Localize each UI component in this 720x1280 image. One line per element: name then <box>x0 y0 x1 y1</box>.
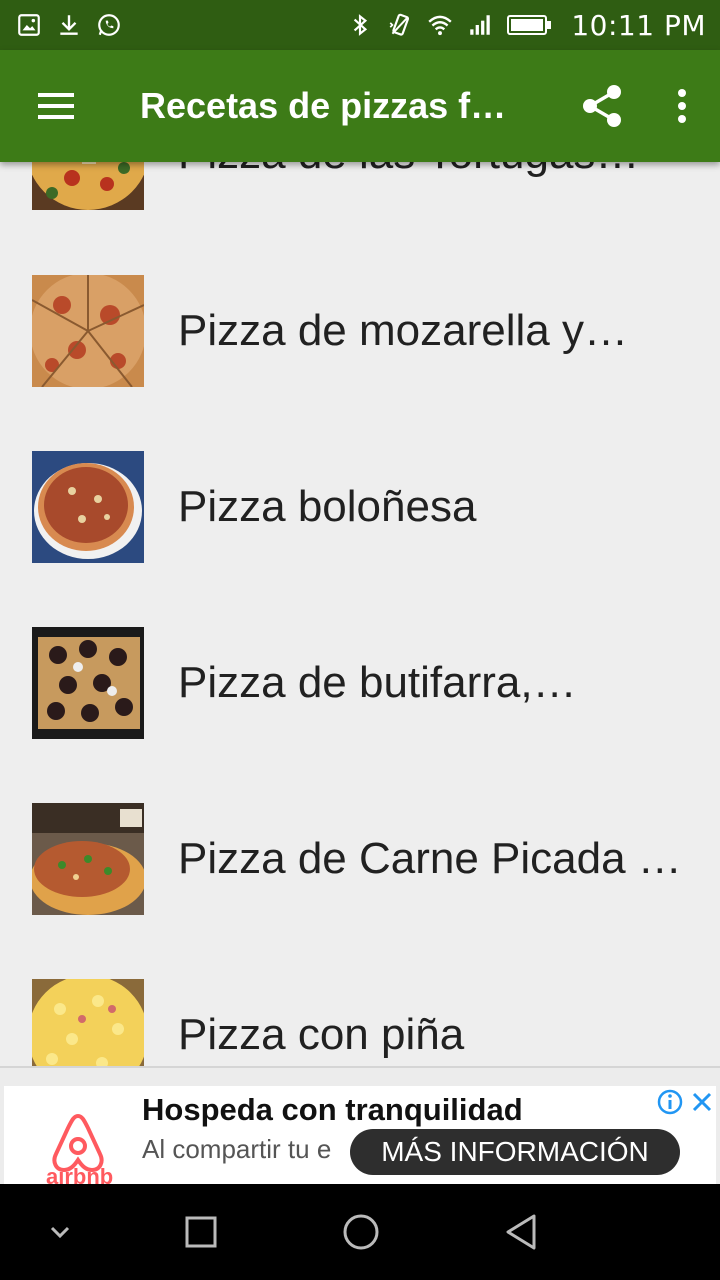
list-item-label: Pizza boloñesa <box>178 482 477 531</box>
gallery-icon <box>16 12 42 38</box>
ad-banner[interactable]: airbnb Hospeda con tranquilidad Al compa… <box>0 1068 720 1184</box>
list-item-label: Pizza de las Tortugas… <box>178 162 680 210</box>
list-item[interactable]: Pizza de butifarra,… <box>0 627 720 739</box>
navigation-bar <box>0 1184 720 1280</box>
list-item[interactable]: Pizza con piña <box>0 979 720 1068</box>
home-icon[interactable] <box>331 1202 391 1262</box>
ad-brand: airbnb <box>46 1164 114 1184</box>
collapse-icon[interactable] <box>30 1202 90 1262</box>
close-icon[interactable] <box>688 1088 716 1116</box>
list-item[interactable]: Pizza boloñesa <box>0 451 720 563</box>
more-vert-icon[interactable] <box>644 50 720 162</box>
whatsapp-icon <box>96 12 122 38</box>
ad-cta-button[interactable]: MÁS INFORMACIÓN <box>350 1129 680 1175</box>
recipe-list[interactable]: Pizza de las Tortugas… Pizza de mozarell… <box>0 162 720 1068</box>
status-bar: 10:11 PM <box>0 0 720 50</box>
vibrate-icon <box>387 12 413 38</box>
ad-body-text: Al compartir tu e <box>142 1134 332 1164</box>
recents-icon[interactable] <box>171 1202 231 1262</box>
share-icon[interactable] <box>560 50 644 162</box>
list-item-label: Pizza de mozarella y… <box>178 306 628 355</box>
pizza-thumbnail <box>32 451 144 563</box>
hamburger-menu-icon[interactable] <box>0 50 112 162</box>
wifi-icon <box>427 12 453 38</box>
ad-content[interactable]: airbnb Hospeda con tranquilidad Al compa… <box>4 1086 716 1184</box>
app-bar: Recetas de pizzas f… <box>0 50 720 162</box>
list-item-label: Pizza de Carne Picada … <box>178 834 680 883</box>
battery-icon <box>507 12 553 38</box>
bluetooth-icon <box>347 12 373 38</box>
ad-headline[interactable]: Hospeda con tranquilidad <box>142 1092 523 1128</box>
pizza-thumbnail <box>32 979 144 1068</box>
pizza-thumbnail <box>32 275 144 387</box>
status-time: 10:11 PM <box>571 8 706 42</box>
list-item[interactable]: Pizza de las Tortugas… <box>0 162 720 210</box>
app-title: Recetas de pizzas f… <box>140 85 507 126</box>
list-item[interactable]: Pizza de mozarella y… <box>0 275 720 387</box>
pizza-thumbnail <box>32 162 144 210</box>
download-icon <box>56 12 82 38</box>
back-icon[interactable] <box>491 1202 551 1262</box>
pizza-thumbnail <box>32 803 144 915</box>
info-icon[interactable] <box>656 1088 684 1116</box>
list-item-label: Pizza de butifarra,… <box>178 658 577 707</box>
list-item[interactable]: Pizza de Carne Picada … <box>0 803 720 915</box>
pizza-thumbnail <box>32 627 144 739</box>
list-item-label: Pizza con piña <box>178 1010 465 1059</box>
signal-icon <box>467 12 493 38</box>
